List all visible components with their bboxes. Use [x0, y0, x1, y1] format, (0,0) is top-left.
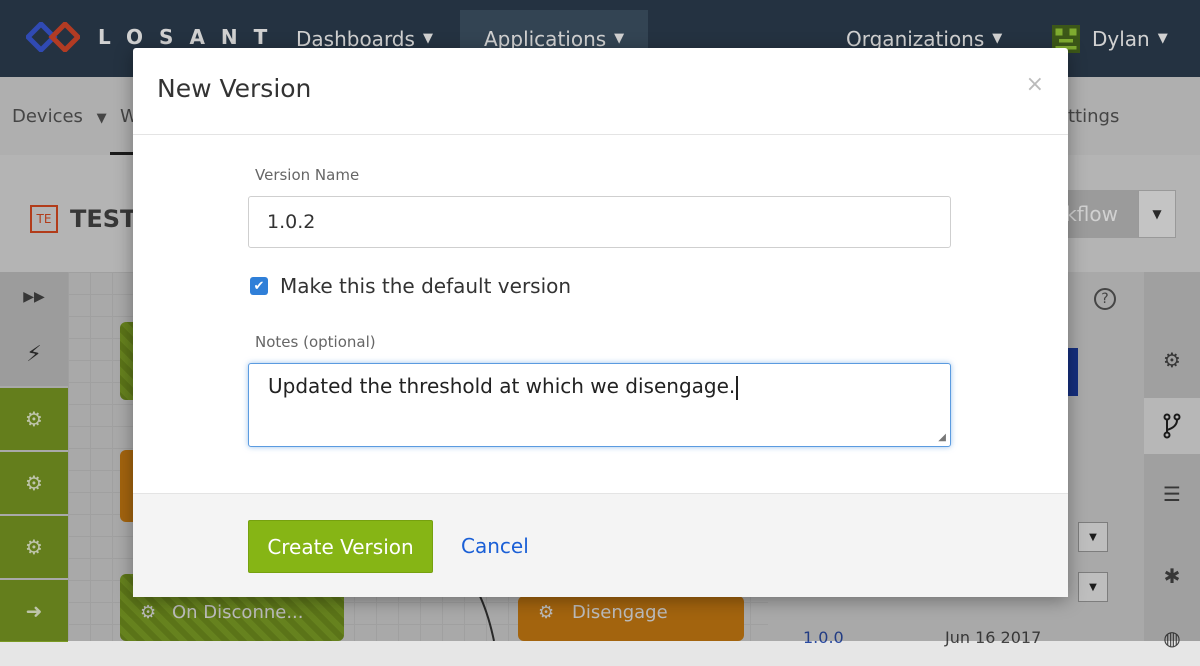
new-version-modal: New Version × Version Name 1.0.2 ✔ Make …	[133, 48, 1068, 597]
create-version-button[interactable]: Create Version	[248, 520, 433, 573]
version-name-input[interactable]: 1.0.2	[248, 196, 951, 248]
notes-value: Updated the threshold at which we diseng…	[268, 374, 736, 398]
default-version-checkbox[interactable]: ✔	[250, 277, 268, 295]
modal-title: New Version	[157, 74, 312, 103]
cancel-button[interactable]: Cancel	[461, 534, 529, 558]
notes-textarea[interactable]: Updated the threshold at which we diseng…	[248, 363, 951, 447]
close-icon[interactable]: ×	[1026, 72, 1044, 97]
modal-header: New Version ×	[133, 48, 1068, 135]
default-version-row[interactable]: ✔ Make this the default version	[250, 274, 571, 298]
version-name-label: Version Name	[255, 166, 360, 184]
notes-label: Notes (optional)	[255, 333, 376, 351]
default-version-label[interactable]: Make this the default version	[280, 274, 571, 298]
resize-handle-icon[interactable]: ◢	[938, 432, 946, 443]
check-icon: ✔	[253, 278, 265, 294]
text-cursor	[736, 375, 739, 400]
modal-footer: Create Version Cancel	[133, 493, 1068, 597]
version-name-value: 1.0.2	[267, 211, 316, 233]
